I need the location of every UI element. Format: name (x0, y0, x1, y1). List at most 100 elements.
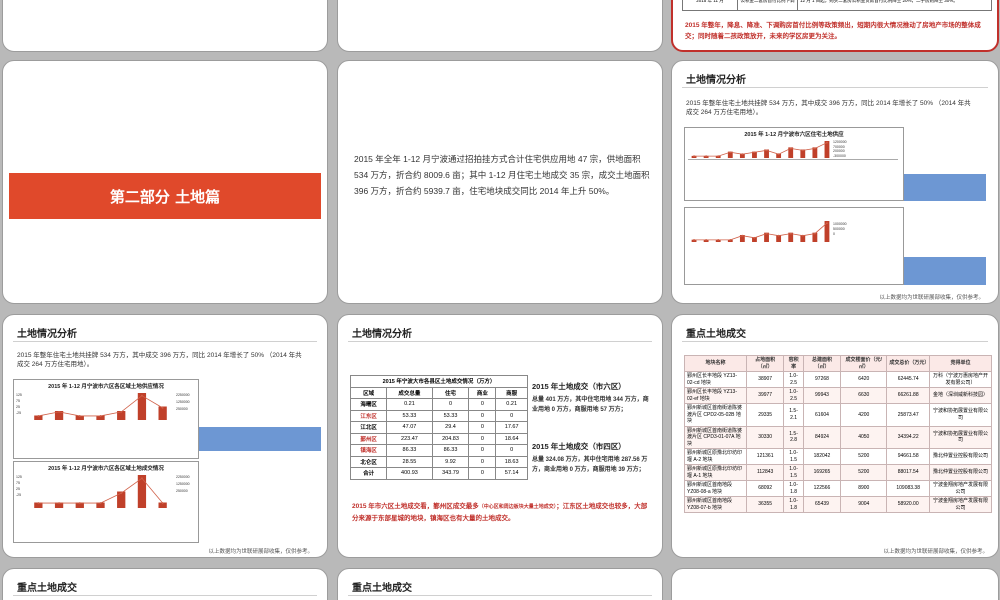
chart-point (99, 502, 102, 504)
chart-point (765, 232, 768, 235)
district-deal-table: 2015 年宁波大市各县区土地成交情况（万方） 区域 成交总量 住宅 商业 商服 海曙区… (349, 375, 528, 480)
table-blue-band-2 (904, 257, 986, 285)
section-banner: 第二部分 土地篇 (9, 173, 321, 219)
slide-thumbnail-top-middle[interactable] (337, 0, 663, 52)
chart-point (717, 239, 720, 241)
monthly-deal-svg (691, 221, 830, 242)
table-row: 镇海区 86.33 86.33 0 0 (349, 444, 528, 457)
chart-point (120, 492, 123, 495)
slide-thumbnail-top-left[interactable] (2, 0, 328, 52)
land-analysis-text: 2015 年整年住宅土地共挂牌 534 万方，其中成交 396 万方，同比 20… (17, 352, 302, 368)
monthly-supply-svg (691, 141, 830, 158)
table-row: 合计 400.93 343.79 0 57.14 (349, 467, 528, 480)
chart-axis-labels: 1000000 500000 0 (833, 222, 847, 236)
policy-type: 公积金二套房首付比例下调 (737, 0, 798, 11)
table-row: 江北区 47.07 29.4 0 17.67 (349, 421, 528, 434)
slide-title: 重点土地成交 (686, 329, 746, 340)
chart-point (826, 141, 828, 144)
chart-point (99, 415, 102, 417)
city-six-heading: 2015 年土地成交（市六区） (532, 382, 626, 391)
title-divider (348, 341, 652, 342)
land-summary-text: 2015 年全年 1-12 月宁波通过招拍挂方式合计住宅供应用地 47 宗，供地… (354, 154, 650, 196)
table-row: 鄞州新城区首南街道陈婆渡片区 CPD3-01-07A 地块 30330 1.5-2.… (684, 425, 992, 449)
table-blue-band-1 (904, 174, 986, 201)
title-divider (13, 595, 317, 596)
region-supply-chart: 2015 年 1-12 月宁波市六区各区域土地供应情况 125 75 25 -25 2… (13, 379, 199, 459)
monthly-supply-datatable (688, 159, 898, 199)
slide-thumbnail-bottom-middle[interactable]: 重点土地成交 (337, 568, 663, 600)
city-four-heading: 2015 年土地成交（市四区） (532, 442, 626, 451)
region-deal-chart-title: 2015 年 1-12 月宁波市六区各区域土地成交情况 (48, 466, 164, 472)
chart-point (741, 153, 744, 156)
policy-summary: 2015 年整年，降息、降准、下调购房首付比例等政策频出，短期内很大情况推动了房… (685, 22, 981, 40)
title-divider (13, 341, 317, 342)
chart-axis-left: 125 75 25 -25 (16, 475, 22, 497)
chart-point (717, 155, 720, 157)
chart-point (37, 415, 40, 417)
chart-point (753, 236, 756, 239)
slide-thumbnail-land-analysis-3[interactable]: 土地情况分析 2015 年宁波大市各县区土地成交情况（万方） 区域 成交总量 住宅商… (337, 314, 663, 558)
chart-axis-left: 125 75 25 -25 (16, 393, 22, 415)
land-analysis-text: 2015 年整年住宅土地共挂牌 534 万方，其中成交 396 万方，同比 20… (686, 100, 971, 116)
table-row: 鄞州区长丰地段 YZ13-02-ef 地块 39977 1.0-2.5 99943 66… (684, 387, 992, 404)
chart-axis-right: 2250000 1250000 250000 (176, 393, 190, 411)
slide-thumbnail-land-analysis-2[interactable]: 土地情况分析 2015 年整年住宅土地共挂牌 534 万方，其中成交 396 万… (2, 314, 328, 558)
slide-thumbnail-land-analysis-1[interactable]: 土地情况分析 2015 年整年住宅土地共挂牌 534 万方，其中成交 396 万… (671, 60, 999, 304)
city-four-text: 总量 324.08 万方，其中住宅用地 287.56 万方，商业用地 0 万方，… (532, 457, 648, 473)
chart-point (58, 502, 60, 504)
chart-point (765, 149, 768, 152)
table-row: 鄞州区 223.47 204.83 0 18.64 (349, 432, 528, 445)
table-row: 鄞州新城区原豫北印坊印堰 A-1 地块 112843 1.0-1.5 169265 52… (684, 464, 992, 481)
chart-point (826, 222, 828, 224)
table-row: 鄞州区长丰地段 YZ13-02-cd 地块 38907 1.0-2.5 97268 64… (684, 371, 992, 388)
region-supply-chart-title: 2015 年 1-12 月宁波市六区各区域土地供应情况 (48, 384, 164, 390)
chart-point (801, 149, 804, 152)
district-table-title: 2015 年宁波大市各县区土地成交情况（万方） (350, 375, 528, 388)
chart-point (78, 415, 81, 417)
table-blue-band-1 (199, 427, 321, 451)
chart-axis-labels: 1200000 700000 200000 -300000 (833, 140, 847, 158)
table-row: 江东区 53.33 53.33 0 0 (349, 409, 528, 422)
region-deal-chart: 2015 年 1-12 月宁波市六区各区域土地成交情况 125 75 25 -25 2… (13, 461, 199, 543)
region-supply-svg (34, 393, 167, 420)
slide-thumbnail-bottom-right[interactable] (671, 568, 999, 600)
chart-point (120, 411, 123, 413)
title-divider (348, 595, 652, 596)
chart-point (705, 155, 708, 157)
chart-point (813, 232, 816, 235)
chart-point (729, 151, 732, 154)
slide-thumbnail-key-land-deals[interactable]: 重点土地成交 地块名称 占地面积（㎡） 容积率 总建面积（㎡） 成交楼面价（元/㎡） 成交… (671, 314, 999, 558)
city-six-text: 总量 401 万方，其中住宅用地 344 万方，商业用地 0 万方，商服用地 5… (532, 397, 649, 413)
slide-thumbnail-bottom-left[interactable]: 重点土地成交 (2, 568, 328, 600)
key-deals-table: 地块名称 占地面积（㎡） 容积率 总建面积（㎡） 成交楼面价（元/㎡） 成交总价（万元）竞… (684, 355, 992, 513)
policy-table: 2015 年 11 月 公积金二套房首付比例下调 12 月 1 日起，购买二套房… (682, 0, 992, 11)
slide-thumbnail-section-land[interactable]: 第二部分 土地篇 (2, 60, 328, 304)
title-divider (682, 87, 988, 88)
slide-thumbnail-top-right[interactable]: 2015 年 11 月 公积金二套房首付比例下调 12 月 1 日起，购买二套房… (671, 0, 999, 52)
chart-point (789, 232, 792, 235)
slide-title: 土地情况分析 (686, 75, 746, 86)
slide-thumbnail-land-summary[interactable]: 2015 年全年 1-12 月宁波通过招拍挂方式合计住宅供应用地 47 宗，供地… (337, 60, 663, 304)
chart-point (693, 239, 695, 241)
data-source-note: 以上数据均为世联研展部收集，仅供参考。 (883, 549, 988, 555)
data-source-note: 以上数据均为世联研展部收集，仅供参考。 (879, 295, 984, 301)
table-row: 鄞州新城区首南地段 YZ08-07-b 地块 36355 1.0-1.8 65439 9… (684, 496, 992, 513)
table-row: 鄞州新城区首南街道陈婆渡片区 CPD2-05-02B 地块 29335 1.5-2.… (684, 403, 992, 427)
chart-point (37, 502, 40, 504)
chart-axis-right: 2250000 1250000 250000 (176, 475, 190, 493)
chart-point (141, 477, 143, 480)
policy-year: 2015 年 11 月 (682, 0, 738, 11)
chart-point (777, 234, 780, 237)
chart-point (693, 155, 695, 157)
table-row: 北仑区 28.55 9.92 0 18.63 (349, 455, 528, 468)
slide-title: 土地情况分析 (352, 329, 412, 340)
policy-detail: 12 月 1 日起，购买二套房公积金贷款首付比例降至 20%，二手房则降至 30… (797, 0, 992, 11)
chart-line (694, 222, 828, 241)
monthly-supply-chart: 2015 年 1-12 月宁波市六区住宅土地供应 1200000 700000 20… (684, 127, 904, 201)
title-divider (682, 341, 988, 342)
data-source-note: 以上数据均为世联研展部收集，仅供参考。 (208, 549, 313, 555)
chart-point (801, 234, 804, 237)
chart-point (141, 394, 143, 397)
chart-point (729, 239, 732, 241)
chart-point (58, 411, 60, 413)
